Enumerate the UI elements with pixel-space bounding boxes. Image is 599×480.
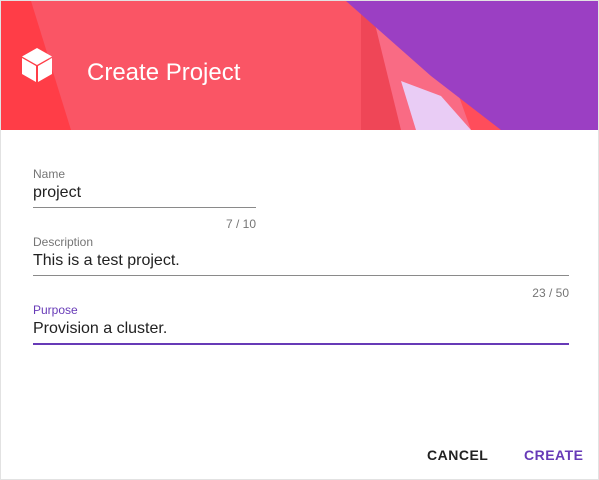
dialog-title: Create Project <box>87 59 241 86</box>
purpose-input[interactable]: Provision a cluster. <box>33 319 167 339</box>
create-button[interactable]: CREATE <box>516 439 592 471</box>
create-project-dialog: Create Project Name project 7 / 10 Descr… <box>0 0 599 480</box>
name-field[interactable]: Name project <box>33 167 256 209</box>
description-field[interactable]: Description This is a test project. <box>33 235 569 277</box>
dialog-header: Create Project <box>1 1 598 130</box>
purpose-underline <box>33 343 569 345</box>
name-label: Name <box>33 167 66 181</box>
description-input[interactable]: This is a test project. <box>33 251 180 271</box>
name-char-counter: 7 / 10 <box>225 217 256 231</box>
name-input[interactable]: project <box>33 183 81 203</box>
purpose-field[interactable]: Purpose Provision a cluster. <box>33 303 569 346</box>
description-underline <box>33 275 569 276</box>
cancel-button[interactable]: CANCEL <box>419 439 496 471</box>
purpose-label: Purpose <box>33 303 78 317</box>
name-underline <box>33 207 256 208</box>
description-label: Description <box>33 235 94 249</box>
cube-icon <box>22 48 52 82</box>
description-char-counter: 23 / 50 <box>532 286 569 300</box>
